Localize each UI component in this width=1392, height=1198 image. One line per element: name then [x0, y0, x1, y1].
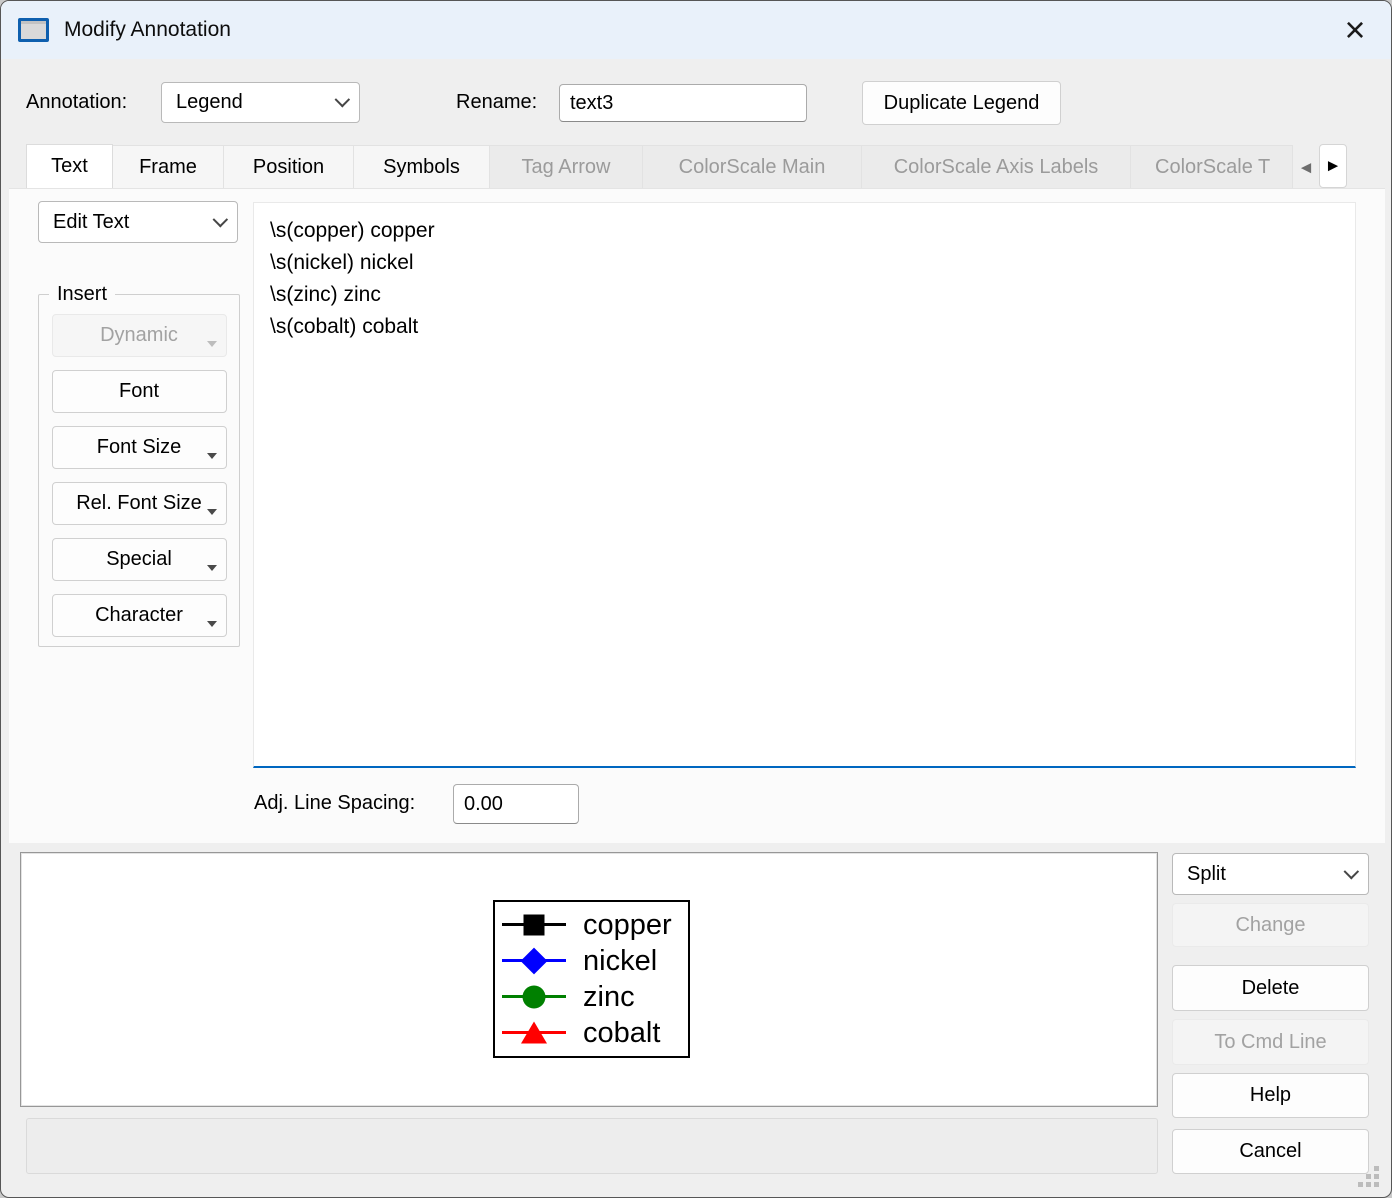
help-button[interactable]: Help — [1172, 1073, 1369, 1118]
chevron-down-icon — [1344, 863, 1360, 879]
resize-grip-icon[interactable] — [1358, 1166, 1382, 1190]
insert-special-label: Special — [106, 548, 172, 571]
annotation-select[interactable]: Legend — [161, 82, 360, 123]
insert-rel-font-size-button[interactable]: Rel. Font Size — [52, 482, 227, 525]
tab-tag-arrow: Tag Arrow — [490, 145, 643, 188]
cancel-button[interactable]: Cancel — [1172, 1129, 1369, 1174]
line-spacing-label: Adj. Line Spacing: — [254, 792, 415, 815]
legend-label: copper — [583, 911, 672, 940]
legend-sample — [502, 1015, 566, 1051]
legend-sample — [502, 979, 566, 1015]
insert-font-size-button[interactable]: Font Size — [52, 426, 227, 469]
to-cmd-line-button: To Cmd Line — [1172, 1019, 1369, 1065]
insert-group-label: Insert — [49, 283, 115, 306]
insert-font-size-label: Font Size — [97, 436, 181, 459]
status-strip — [26, 1118, 1158, 1174]
insert-rel-font-size-label: Rel. Font Size — [76, 492, 202, 515]
tab-bar: Text Frame Position Symbols Tag Arrow Co… — [26, 144, 1347, 188]
menu-arrow-icon — [207, 341, 217, 347]
tab-colorscale-axis-labels: ColorScale Axis Labels — [862, 145, 1131, 188]
circle-marker-icon — [523, 986, 546, 1009]
edit-mode-select-value: Edit Text — [53, 211, 204, 234]
menu-arrow-icon — [207, 509, 217, 515]
insert-character-button[interactable]: Character — [52, 594, 227, 637]
insert-special-button[interactable]: Special — [52, 538, 227, 581]
triangle-marker-icon — [521, 1022, 547, 1044]
legend-preview: copper nickel zinc — [493, 900, 690, 1058]
annotation-select-value: Legend — [176, 91, 326, 114]
chevron-down-icon — [335, 92, 351, 108]
window-icon — [18, 18, 49, 42]
insert-group: Insert Dynamic Font Font Size Rel. Font … — [38, 283, 240, 647]
insert-font-label: Font — [119, 380, 159, 403]
square-marker-icon — [524, 915, 545, 936]
tab-scroll-left-icon: ◄ — [1293, 148, 1319, 188]
menu-arrow-icon — [207, 453, 217, 459]
rename-input[interactable] — [559, 84, 807, 122]
diamond-marker-icon — [521, 948, 548, 975]
tab-position[interactable]: Position — [224, 145, 354, 188]
close-icon[interactable]: × — [1335, 11, 1375, 49]
tab-text[interactable]: Text — [26, 144, 113, 188]
legend-sample — [502, 943, 566, 979]
modify-annotation-dialog: Modify Annotation × Annotation: Legend R… — [0, 0, 1392, 1198]
annotation-text-editor[interactable]: \s(copper) copper \s(nickel) nickel \s(z… — [253, 202, 1356, 768]
legend-label: nickel — [583, 947, 657, 976]
menu-arrow-icon — [207, 621, 217, 627]
legend-item: zinc — [502, 979, 688, 1015]
tab-scroll-right-icon[interactable]: ► — [1319, 144, 1347, 188]
insert-dynamic-label: Dynamic — [100, 324, 178, 347]
legend-label: zinc — [583, 983, 635, 1012]
split-select[interactable]: Split — [1172, 853, 1369, 895]
text-tab-page: Edit Text Insert Dynamic Font Font Size … — [9, 188, 1385, 843]
change-button: Change — [1172, 903, 1369, 947]
chevron-down-icon — [213, 211, 229, 227]
edit-mode-select[interactable]: Edit Text — [38, 201, 238, 243]
delete-button[interactable]: Delete — [1172, 965, 1369, 1011]
tab-colorscale-main: ColorScale Main — [643, 145, 862, 188]
line-spacing-input[interactable] — [453, 784, 579, 824]
legend-item: cobalt — [502, 1015, 688, 1051]
annotation-label: Annotation: — [26, 91, 127, 114]
tab-symbols[interactable]: Symbols — [354, 145, 490, 188]
legend-label: cobalt — [583, 1019, 660, 1048]
legend-sample — [502, 907, 566, 943]
tab-colorscale-ticks: ColorScale T — [1131, 145, 1293, 188]
insert-dynamic-button: Dynamic — [52, 314, 227, 357]
tab-frame[interactable]: Frame — [113, 145, 224, 188]
split-select-value: Split — [1187, 863, 1335, 886]
annotation-preview-panel: copper nickel zinc — [20, 852, 1158, 1107]
duplicate-legend-button[interactable]: Duplicate Legend — [862, 81, 1061, 125]
insert-font-button[interactable]: Font — [52, 370, 227, 413]
legend-item: nickel — [502, 943, 688, 979]
title-bar[interactable]: Modify Annotation × — [1, 1, 1391, 59]
legend-item: copper — [502, 907, 688, 943]
rename-label: Rename: — [456, 91, 537, 114]
menu-arrow-icon — [207, 565, 217, 571]
window-title: Modify Annotation — [64, 18, 231, 42]
insert-character-label: Character — [95, 604, 183, 627]
